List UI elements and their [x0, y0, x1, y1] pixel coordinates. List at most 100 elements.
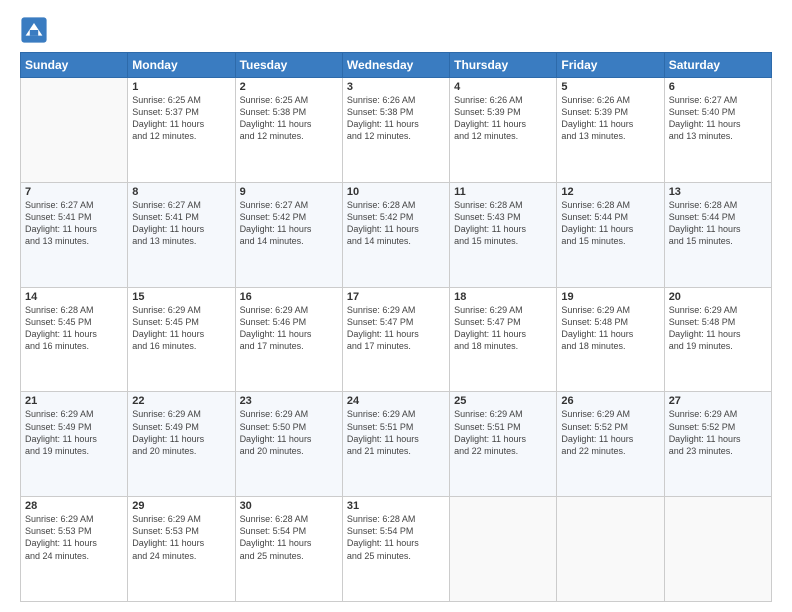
day-number: 31 [347, 500, 445, 512]
day-info: Sunrise: 6:29 AM Sunset: 5:51 PM Dayligh… [347, 408, 445, 457]
calendar-week-row: 1Sunrise: 6:25 AM Sunset: 5:37 PM Daylig… [21, 78, 772, 183]
calendar-cell: 12Sunrise: 6:28 AM Sunset: 5:44 PM Dayli… [557, 182, 664, 287]
day-number: 9 [240, 186, 338, 198]
calendar-cell: 10Sunrise: 6:28 AM Sunset: 5:42 PM Dayli… [342, 182, 449, 287]
day-number: 20 [669, 291, 767, 303]
calendar-cell: 21Sunrise: 6:29 AM Sunset: 5:49 PM Dayli… [21, 392, 128, 497]
day-info: Sunrise: 6:27 AM Sunset: 5:41 PM Dayligh… [25, 199, 123, 248]
day-number: 30 [240, 500, 338, 512]
day-info: Sunrise: 6:28 AM Sunset: 5:42 PM Dayligh… [347, 199, 445, 248]
day-number: 6 [669, 81, 767, 93]
calendar-cell: 13Sunrise: 6:28 AM Sunset: 5:44 PM Dayli… [664, 182, 771, 287]
day-number: 3 [347, 81, 445, 93]
day-info: Sunrise: 6:28 AM Sunset: 5:44 PM Dayligh… [561, 199, 659, 248]
day-number: 27 [669, 395, 767, 407]
calendar-cell: 6Sunrise: 6:27 AM Sunset: 5:40 PM Daylig… [664, 78, 771, 183]
day-info: Sunrise: 6:29 AM Sunset: 5:47 PM Dayligh… [347, 304, 445, 353]
day-info: Sunrise: 6:28 AM Sunset: 5:44 PM Dayligh… [669, 199, 767, 248]
calendar-cell: 30Sunrise: 6:28 AM Sunset: 5:54 PM Dayli… [235, 497, 342, 602]
day-info: Sunrise: 6:29 AM Sunset: 5:51 PM Dayligh… [454, 408, 552, 457]
header [20, 16, 772, 44]
day-header-thursday: Thursday [450, 53, 557, 78]
logo [20, 16, 52, 44]
calendar-cell: 11Sunrise: 6:28 AM Sunset: 5:43 PM Dayli… [450, 182, 557, 287]
calendar-cell: 15Sunrise: 6:29 AM Sunset: 5:45 PM Dayli… [128, 287, 235, 392]
calendar-cell [450, 497, 557, 602]
calendar-cell: 22Sunrise: 6:29 AM Sunset: 5:49 PM Dayli… [128, 392, 235, 497]
calendar-cell [557, 497, 664, 602]
day-number: 8 [132, 186, 230, 198]
calendar-week-row: 21 Sunrise: 6:29 AM Sunset: 5:49 PM Dayli… [21, 392, 772, 497]
day-number: 28 [25, 500, 123, 512]
day-number: 11 [454, 186, 552, 198]
calendar-cell: 25Sunrise: 6:29 AM Sunset: 5:51 PM Dayli… [450, 392, 557, 497]
day-number: 16 [240, 291, 338, 303]
day-header-monday: Monday [128, 53, 235, 78]
day-info: Sunrise: 6:29 AM Sunset: 5:48 PM Dayligh… [561, 304, 659, 353]
day-info: Sunrise: 6:29 AM Sunset: 5:47 PM Dayligh… [454, 304, 552, 353]
day-info: Sunrise: 6:26 AM Sunset: 5:38 PM Dayligh… [347, 94, 445, 143]
day-number: 15 [132, 291, 230, 303]
day-info: Sunrise: 6:27 AM Sunset: 5:40 PM Dayligh… [669, 94, 767, 143]
day-info: Sunrise: 6:29 AM Sunset: 5:49 PM Dayligh… [132, 408, 230, 457]
day-header-friday: Friday [557, 53, 664, 78]
day-number: 1 [132, 81, 230, 93]
day-info: Sunrise: 6:29 AM Sunset: 5:53 PM Dayligh… [25, 513, 123, 562]
day-info: Sunrise: 6:29 AM Sunset: 5:53 PM Dayligh… [132, 513, 230, 562]
day-number: 22 [132, 395, 230, 407]
calendar-week-row: 28Sunrise: 6:29 AM Sunset: 5:53 PM Dayli… [21, 497, 772, 602]
calendar-cell: 1Sunrise: 6:25 AM Sunset: 5:37 PM Daylig… [128, 78, 235, 183]
day-info: Sunrise: 6:29 AM Sunset: 5:50 PM Dayligh… [240, 408, 338, 457]
day-number: 13 [669, 186, 767, 198]
day-header-tuesday: Tuesday [235, 53, 342, 78]
day-number: 26 [561, 395, 659, 407]
day-number: 17 [347, 291, 445, 303]
calendar-cell: 7Sunrise: 6:27 AM Sunset: 5:41 PM Daylig… [21, 182, 128, 287]
calendar-cell [21, 78, 128, 183]
calendar-cell [664, 497, 771, 602]
day-info: Sunrise: 6:29 AM Sunset: 5:52 PM Dayligh… [669, 408, 767, 457]
day-number: 19 [561, 291, 659, 303]
calendar-cell: 14Sunrise: 6:28 AM Sunset: 5:45 PM Dayli… [21, 287, 128, 392]
calendar-cell: 3Sunrise: 6:26 AM Sunset: 5:38 PM Daylig… [342, 78, 449, 183]
day-info: Sunrise: 6:25 AM Sunset: 5:37 PM Dayligh… [132, 94, 230, 143]
day-header-wednesday: Wednesday [342, 53, 449, 78]
calendar-cell: 4Sunrise: 6:26 AM Sunset: 5:39 PM Daylig… [450, 78, 557, 183]
day-number: 4 [454, 81, 552, 93]
day-info: Sunrise: 6:29 AM Sunset: 5:48 PM Dayligh… [669, 304, 767, 353]
calendar-cell: 31Sunrise: 6:28 AM Sunset: 5:54 PM Dayli… [342, 497, 449, 602]
day-header-saturday: Saturday [664, 53, 771, 78]
day-number: 10 [347, 186, 445, 198]
day-info: Sunrise: 6:28 AM Sunset: 5:43 PM Dayligh… [454, 199, 552, 248]
day-number: 14 [25, 291, 123, 303]
day-number: 12 [561, 186, 659, 198]
day-number: 7 [25, 186, 123, 198]
calendar-header-row: SundayMondayTuesdayWednesdayThursdayFrid… [21, 53, 772, 78]
calendar-cell: 20Sunrise: 6:29 AM Sunset: 5:48 PM Dayli… [664, 287, 771, 392]
day-number: 25 [454, 395, 552, 407]
calendar-cell: 5Sunrise: 6:26 AM Sunset: 5:39 PM Daylig… [557, 78, 664, 183]
calendar-cell: 19Sunrise: 6:29 AM Sunset: 5:48 PM Dayli… [557, 287, 664, 392]
calendar-table: SundayMondayTuesdayWednesdayThursdayFrid… [20, 52, 772, 602]
logo-icon [20, 16, 48, 44]
calendar-cell: 9Sunrise: 6:27 AM Sunset: 5:42 PM Daylig… [235, 182, 342, 287]
day-info: Sunrise: 6:28 AM Sunset: 5:54 PM Dayligh… [240, 513, 338, 562]
page: SundayMondayTuesdayWednesdayThursdayFrid… [0, 0, 792, 612]
calendar-cell: 17Sunrise: 6:29 AM Sunset: 5:47 PM Dayli… [342, 287, 449, 392]
day-info: Sunrise: 6:26 AM Sunset: 5:39 PM Dayligh… [561, 94, 659, 143]
day-info: Sunrise: 6:27 AM Sunset: 5:42 PM Dayligh… [240, 199, 338, 248]
day-info: Sunrise: 6:27 AM Sunset: 5:41 PM Dayligh… [132, 199, 230, 248]
day-info: Sunrise: 6:28 AM Sunset: 5:45 PM Dayligh… [25, 304, 123, 353]
day-header-sunday: Sunday [21, 53, 128, 78]
day-number: 24 [347, 395, 445, 407]
calendar-cell: 23Sunrise: 6:29 AM Sunset: 5:50 PM Dayli… [235, 392, 342, 497]
day-number: 21 [25, 395, 123, 407]
day-number: 18 [454, 291, 552, 303]
day-info: Sunrise: 6:29 AM Sunset: 5:46 PM Dayligh… [240, 304, 338, 353]
calendar-cell: 26Sunrise: 6:29 AM Sunset: 5:52 PM Dayli… [557, 392, 664, 497]
calendar-week-row: 14Sunrise: 6:28 AM Sunset: 5:45 PM Dayli… [21, 287, 772, 392]
calendar-cell: 16Sunrise: 6:29 AM Sunset: 5:46 PM Dayli… [235, 287, 342, 392]
day-number: 2 [240, 81, 338, 93]
day-info: Sunrise: 6:29 AM Sunset: 5:52 PM Dayligh… [561, 408, 659, 457]
day-number: 29 [132, 500, 230, 512]
